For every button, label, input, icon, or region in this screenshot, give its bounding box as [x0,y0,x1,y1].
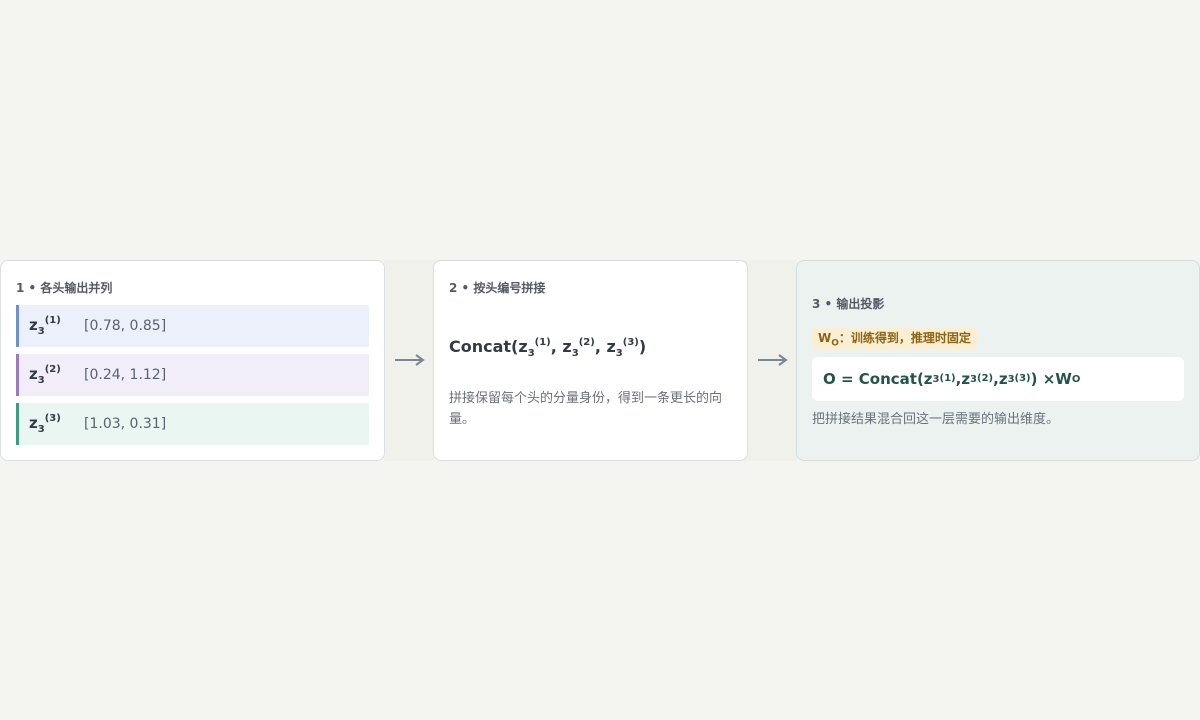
head-2-symbol: z3(2) [29,363,61,386]
head-1-symbol: z3(1) [29,314,61,337]
output-formula: O = Concat(z 3 (1), z 3 (2), z 3 (3)) × WO [812,357,1184,401]
concat-formula: Concat(z3(1), z3(2), z3(3)) [449,336,647,360]
head-output-row-1: z3(1) [0.78, 0.85] [16,305,369,347]
step-2-title: 2 • 按头编号拼接 [449,281,546,295]
head-output-row-3: z3(3) [1.03, 0.31] [16,403,369,445]
step-2-panel: 2 • 按头编号拼接 Concat(z3(1), z3(2), z3(3)) 拼… [433,260,748,461]
right-arrow-icon [758,354,788,366]
right-arrow-icon [395,354,425,366]
weight-badge: WO：训练得到，推理时固定 [812,328,977,349]
head-3-symbol: z3(3) [29,412,61,435]
head-2-vector: [0.24, 1.12] [84,367,167,383]
head-1-vector: [0.78, 0.85] [84,318,167,334]
step-3-panel: 3 • 输出投影 WO：训练得到，推理时固定 O = Concat(z 3 (1),… [796,260,1200,461]
head-output-row-2: z3(2) [0.24, 1.12] [16,354,369,396]
step-1-title: 1 • 各头输出并列 [16,281,113,295]
head-3-vector: [1.03, 0.31] [84,416,167,432]
step-1-panel: 1 • 各头输出并列 z3(1) [0.78, 0.85] z3(2) [0.2… [0,260,385,461]
projection-note: 把拼接结果混合回这一层需要的输出维度。 [812,412,1060,427]
step-3-title: 3 • 输出投影 [812,297,885,311]
concat-note: 拼接保留每个头的分量身份，得到一条更长的向量。 [449,391,723,427]
